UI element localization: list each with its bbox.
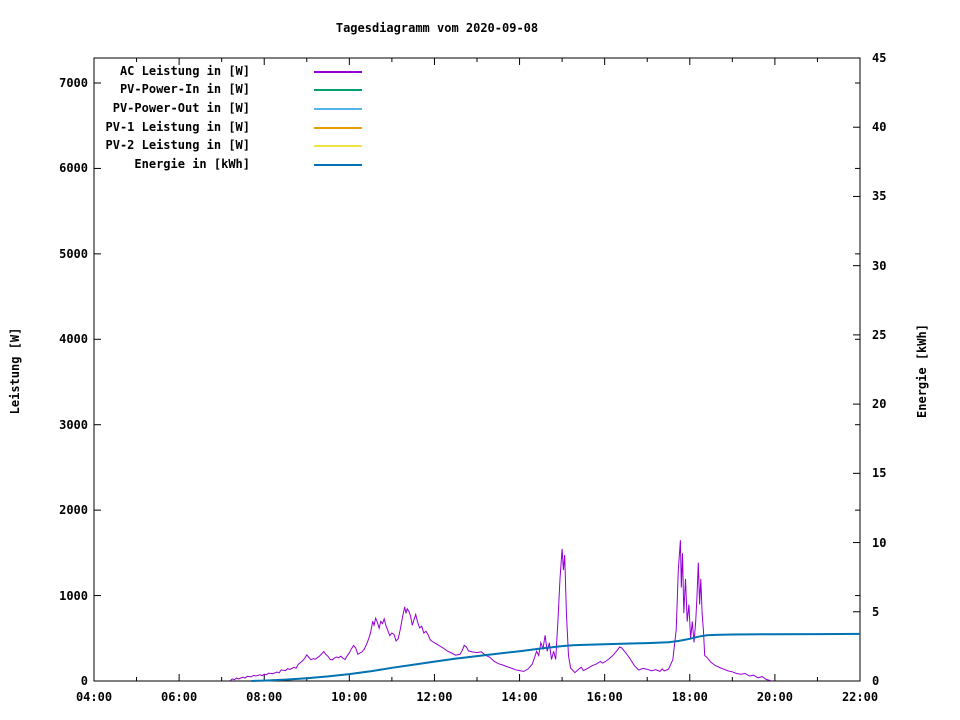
legend-row: PV-Power-Out in [W] — [10, 101, 366, 117]
y-tick-label-right: 35 — [872, 189, 887, 204]
x-tick-label: 20:00 — [756, 690, 793, 704]
legend-row: Energie in [kWh] — [10, 157, 366, 173]
legend-line-sample — [314, 89, 362, 92]
y-tick-label-left: 0 — [80, 674, 88, 688]
y-axis-label-left: Leistung [W] — [8, 327, 22, 415]
x-tick-label: 10:00 — [331, 690, 368, 704]
y-tick-label-left: 5000 — [59, 246, 88, 261]
y-tick-label-left: 1000 — [59, 588, 88, 603]
y-tick-label-left: 4000 — [59, 332, 88, 347]
legend-row: PV-2 Leistung in [W] — [10, 138, 366, 154]
legend-label: PV-1 Leistung in [W] — [105, 119, 251, 134]
legend-line-sample — [314, 126, 362, 129]
y-tick-label-right: 0 — [872, 674, 880, 688]
legend-line-sample — [314, 70, 362, 73]
x-tick-label: 14:00 — [501, 690, 538, 704]
legend-label: AC Leistung in [W] — [119, 63, 250, 78]
y-tick-label-right: 20 — [872, 397, 887, 412]
x-tick-label: 08:00 — [246, 690, 283, 704]
legend-row: AC Leistung in [W] — [10, 64, 366, 80]
chart-title: Tagesdiagramm vom 2020-09-08 — [335, 21, 539, 35]
legend-line-sample — [314, 107, 362, 110]
legend-label: PV-2 Leistung in [W] — [105, 138, 251, 153]
y-tick-label-right: 30 — [872, 258, 887, 273]
y-tick-label-right: 15 — [872, 466, 887, 481]
y-tick-label-right: 40 — [872, 120, 887, 135]
y-tick-label-right: 10 — [872, 535, 887, 550]
x-tick-label: 16:00 — [586, 690, 623, 704]
x-tick-label: 12:00 — [416, 690, 453, 704]
legend-row: PV-Power-In in [W] — [10, 82, 366, 98]
y-tick-label-left: 3000 — [59, 417, 88, 432]
ac-line — [229, 540, 771, 682]
y-axis-label-right: Energie [kWh] — [915, 324, 929, 418]
legend-label: Energie in [kWh] — [134, 157, 250, 171]
y-tick-label-left: 2000 — [59, 503, 88, 518]
y-tick-label-right: 25 — [872, 327, 887, 342]
legend-label: PV-Power-Out in [W] — [112, 100, 250, 115]
x-tick-label: 04:00 — [75, 690, 113, 704]
x-tick-label: 18:00 — [671, 690, 708, 704]
legend-label: PV-Power-In in [W] — [119, 82, 250, 97]
legend-row: PV-1 Leistung in [W] — [10, 120, 366, 136]
chart-canvas: Tagesdiagramm vom 2020-09-08 Leistung [W… — [0, 0, 960, 720]
x-tick-label: 06:00 — [161, 690, 198, 704]
y-tick-label-right: 5 — [872, 604, 880, 619]
x-tick-label: 22:00 — [841, 690, 879, 704]
legend-line-sample — [314, 164, 362, 166]
legend-line-sample — [314, 145, 362, 148]
y-tick-label-right: 45 — [872, 51, 887, 65]
